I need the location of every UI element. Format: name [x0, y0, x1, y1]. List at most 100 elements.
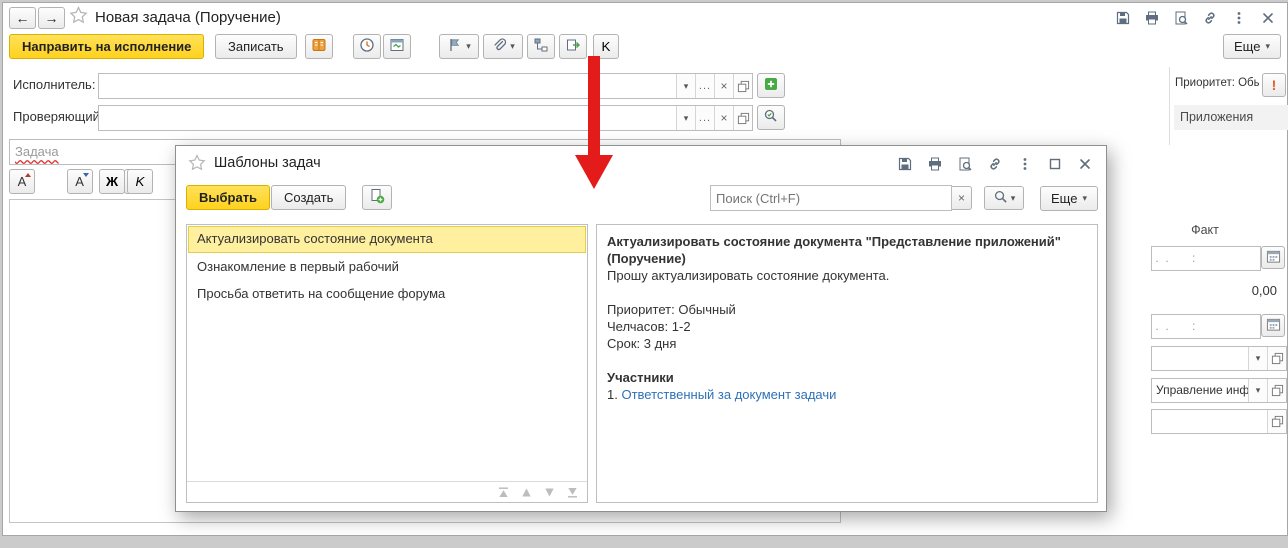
subtasks-button[interactable]: [527, 34, 555, 59]
more-button-label: Еще: [1234, 39, 1261, 54]
chevron-down-icon: ▾: [1255, 385, 1261, 395]
template-preview-panel: Актуализировать состояние документа "Пре…: [596, 224, 1098, 503]
business-process-button[interactable]: [305, 34, 333, 59]
template-priority: Приоритет: Обычный: [607, 302, 736, 317]
maximize-icon[interactable]: [1044, 154, 1066, 174]
clock-icon: [359, 37, 375, 56]
author-input[interactable]: [1152, 410, 1267, 433]
project-dropdown-control[interactable]: ▾: [1248, 347, 1267, 370]
fact-hours-value[interactable]: 0,00: [1151, 283, 1277, 298]
move-up-icon[interactable]: [520, 487, 533, 498]
project-open-control[interactable]: [1267, 347, 1286, 370]
list-item[interactable]: Актуализировать состояние документа: [188, 226, 586, 253]
link-icon[interactable]: [1199, 8, 1221, 28]
reviewer-clear-control[interactable]: ×: [714, 106, 733, 130]
link-icon[interactable]: [984, 154, 1006, 174]
project-input[interactable]: [1152, 347, 1248, 370]
print-icon[interactable]: [924, 154, 946, 174]
dialog-title: Шаблоны задач: [214, 155, 321, 171]
kebab-menu-icon[interactable]: [1228, 8, 1250, 28]
participant-link[interactable]: Ответственный за документ задачи: [621, 387, 836, 402]
create-template-button[interactable]: Создать: [271, 185, 347, 210]
book-icon: [311, 37, 327, 56]
save-icon[interactable]: [894, 154, 916, 174]
select-template-button[interactable]: Выбрать: [186, 185, 271, 210]
search-options-dropdown[interactable]: ▾: [984, 186, 1025, 210]
close-icon[interactable]: [1257, 8, 1279, 28]
dialog-search-group: × ▾ Еще ▾: [710, 185, 1098, 211]
chevron-down-icon: ▾: [1265, 41, 1270, 51]
department-dropdown-control[interactable]: ▾: [1248, 379, 1267, 402]
search-icon: [993, 189, 1008, 207]
importance-flag-dropdown[interactable]: ▾: [439, 34, 479, 59]
more-button[interactable]: Еще ▾: [1223, 34, 1281, 59]
importance-button[interactable]: !: [1262, 73, 1286, 97]
attach-file-dropdown[interactable]: ▾: [483, 34, 523, 59]
italic-button[interactable]: K: [127, 169, 153, 194]
executor-dropdown-control[interactable]: ▾: [676, 74, 695, 98]
fact-date-start-field[interactable]: . . :: [1151, 246, 1261, 271]
favorite-star-icon[interactable]: [69, 6, 88, 28]
calendar-picture-icon: [389, 37, 405, 56]
send-to-execution-button[interactable]: Направить на исполнение: [9, 34, 205, 59]
reviewer-label: Проверяющий:: [13, 109, 104, 124]
increase-caret-icon: [25, 173, 31, 177]
bold-button[interactable]: Ж: [99, 169, 125, 194]
search-clear-button[interactable]: ×: [952, 186, 973, 210]
move-down-icon[interactable]: [543, 487, 556, 498]
chevron-down-icon: ▾: [466, 41, 471, 51]
panel-separator: [1169, 67, 1170, 145]
forward-arrow-icon: →: [44, 10, 59, 26]
reviewer-dropdown-control[interactable]: ▾: [676, 106, 695, 130]
executor-ellipsis-control[interactable]: ...: [695, 74, 714, 98]
dialog-more-button[interactable]: Еще ▾: [1040, 185, 1098, 211]
reminder-button[interactable]: [383, 34, 411, 59]
move-bottom-icon[interactable]: [566, 487, 579, 498]
add-executor-button[interactable]: [757, 73, 785, 98]
document-arrow-icon: [565, 37, 581, 56]
open-icon: [1271, 352, 1283, 365]
fact-date-end-field[interactable]: . . :: [1151, 314, 1261, 339]
list-item[interactable]: Просьба ответить на сообщение форума: [188, 281, 586, 308]
nav-forward-button[interactable]: →: [38, 7, 65, 29]
executor-open-control[interactable]: [733, 74, 752, 98]
close-icon[interactable]: [1074, 154, 1096, 174]
reviewer-field: ▾ ... ×: [98, 105, 753, 131]
priority-field[interactable]: Приоритет: Обычный: [1175, 77, 1259, 89]
nav-back-button[interactable]: ←: [9, 7, 36, 29]
templates-list-panel: Актуализировать состояние документа Озна…: [186, 224, 588, 503]
participant-number: 1.: [607, 387, 618, 402]
preview-icon[interactable]: [1170, 8, 1192, 28]
department-open-control[interactable]: [1267, 379, 1286, 402]
author-open-control[interactable]: [1267, 410, 1286, 433]
executor-clear-control[interactable]: ×: [714, 74, 733, 98]
paperclip-icon: [491, 37, 507, 56]
font-increase-button[interactable]: А: [9, 169, 35, 194]
calendar-icon: [1266, 317, 1281, 335]
save-icon[interactable]: [1112, 8, 1134, 28]
calendar-picker-button[interactable]: [1261, 314, 1285, 337]
deadline-button[interactable]: [353, 34, 381, 59]
calendar-picker-button[interactable]: [1261, 246, 1285, 269]
department-value[interactable]: Управление инфс: [1152, 379, 1248, 402]
move-top-icon[interactable]: [497, 486, 510, 498]
kebab-menu-icon[interactable]: [1014, 154, 1036, 174]
reviewer-ellipsis-control[interactable]: ...: [695, 106, 714, 130]
search-input[interactable]: [711, 186, 952, 210]
attachments-header: Приложения: [1174, 105, 1288, 130]
dialog-header-actions: [894, 154, 1096, 174]
task-templates-dialog: Шаблоны задач Выбрать Создать × ▾ Еще ▾ А…: [175, 145, 1107, 512]
font-decrease-button[interactable]: А: [66, 169, 93, 194]
template-preview-content: Актуализировать состояние документа "Пре…: [597, 225, 1097, 502]
check-reviewer-button[interactable]: [757, 105, 785, 130]
favorite-star-icon[interactable]: [188, 154, 206, 175]
record-button[interactable]: Записать: [215, 34, 297, 59]
preview-icon[interactable]: [954, 154, 976, 174]
reviewer-open-control[interactable]: [733, 106, 752, 130]
list-footer: [187, 481, 587, 502]
create-from-template-button[interactable]: [362, 185, 392, 210]
list-item[interactable]: Ознакомление в первый рабочий: [188, 254, 586, 281]
template-term: Срок: 3 дня: [607, 336, 677, 351]
print-icon[interactable]: [1141, 8, 1163, 28]
window-title: Новая задача (Поручение): [95, 9, 281, 26]
